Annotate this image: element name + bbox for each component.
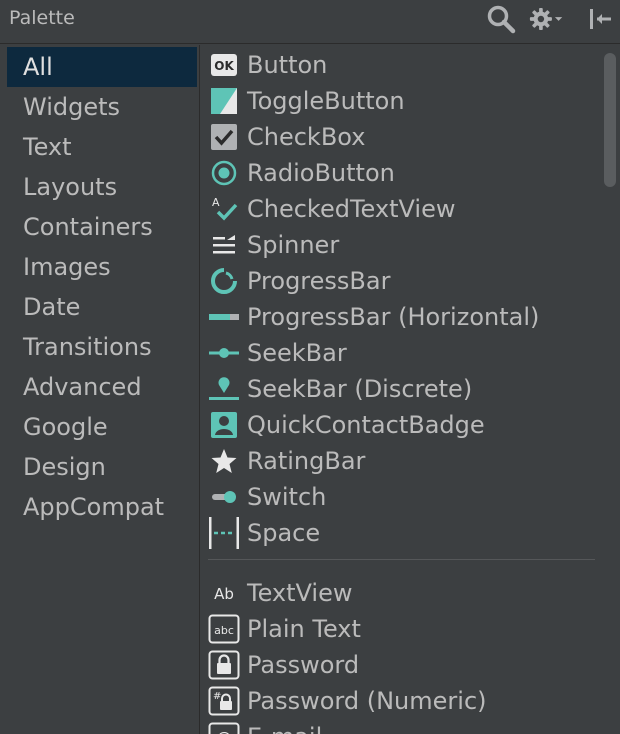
item-label: ToggleButton bbox=[247, 87, 405, 115]
widget-list: OK Button ToggleButton CheckBox RadioBut… bbox=[200, 45, 620, 734]
palette-item-seekbar[interactable]: SeekBar bbox=[200, 335, 600, 371]
text-view-icon: Ab bbox=[200, 575, 247, 611]
plain-text-icon: abc bbox=[200, 611, 247, 647]
palette-item-ratingbar[interactable]: RatingBar bbox=[200, 443, 600, 479]
palette-item-email[interactable]: @ E-mail bbox=[200, 719, 600, 734]
category-google[interactable]: Google bbox=[7, 407, 197, 447]
item-label: ProgressBar bbox=[247, 267, 391, 295]
item-label: RadioButton bbox=[247, 159, 395, 187]
item-label: ProgressBar (Horizontal) bbox=[247, 303, 540, 331]
category-containers[interactable]: Containers bbox=[7, 207, 197, 247]
radio-button-icon bbox=[200, 155, 247, 191]
palette-item-seekbar-discrete[interactable]: SeekBar (Discrete) bbox=[200, 371, 600, 407]
seekbar-icon bbox=[200, 335, 247, 371]
item-label: SeekBar (Discrete) bbox=[247, 375, 473, 403]
item-label: Space bbox=[247, 519, 321, 547]
palette-item-spinner[interactable]: Spinner bbox=[200, 227, 600, 263]
svg-text:abc: abc bbox=[214, 624, 234, 637]
category-transitions[interactable]: Transitions bbox=[7, 327, 197, 367]
palette-item-textview[interactable]: Ab TextView bbox=[200, 575, 600, 611]
checked-text-view-icon: A bbox=[200, 191, 247, 227]
button-ok-icon: OK bbox=[200, 47, 247, 83]
spinner-icon bbox=[200, 227, 247, 263]
item-label: RatingBar bbox=[247, 447, 366, 475]
progress-circle-icon bbox=[200, 263, 247, 299]
item-label: Plain Text bbox=[247, 615, 361, 643]
category-images[interactable]: Images bbox=[7, 247, 197, 287]
palette-item-progressbar-horizontal[interactable]: ProgressBar (Horizontal) bbox=[200, 299, 600, 335]
section-divider bbox=[208, 559, 595, 560]
item-label: E-mail bbox=[247, 723, 322, 734]
palette-item-plain-text[interactable]: abc Plain Text bbox=[200, 611, 600, 647]
category-appcompat[interactable]: AppCompat bbox=[7, 487, 197, 527]
progress-horizontal-icon bbox=[200, 299, 247, 335]
email-at-icon: @ bbox=[200, 719, 247, 734]
password-numeric-icon: # bbox=[200, 683, 247, 719]
palette-item-progressbar[interactable]: ProgressBar bbox=[200, 263, 600, 299]
palette-item-togglebutton[interactable]: ToggleButton bbox=[200, 83, 600, 119]
scrollbar-thumb[interactable] bbox=[604, 53, 616, 187]
item-label: SeekBar bbox=[247, 339, 347, 367]
palette-item-switch[interactable]: Switch bbox=[200, 479, 600, 515]
item-label: Spinner bbox=[247, 231, 340, 259]
palette-item-checkbox[interactable]: CheckBox bbox=[200, 119, 600, 155]
palette-item-space[interactable]: Space bbox=[200, 515, 600, 551]
search-icon[interactable] bbox=[484, 4, 518, 34]
palette-item-radiobutton[interactable]: RadioButton bbox=[200, 155, 600, 191]
svg-text:Ab: Ab bbox=[214, 585, 234, 603]
svg-text:#: # bbox=[213, 691, 221, 702]
category-date[interactable]: Date bbox=[7, 287, 197, 327]
category-layouts[interactable]: Layouts bbox=[7, 167, 197, 207]
palette-item-password[interactable]: Password bbox=[200, 647, 600, 683]
item-label: Password (Numeric) bbox=[247, 687, 487, 715]
collapse-panel-icon[interactable] bbox=[586, 4, 614, 34]
palette-item-checkedtextview[interactable]: A CheckedTextView bbox=[200, 191, 600, 227]
toggle-button-icon bbox=[200, 83, 247, 119]
category-design[interactable]: Design bbox=[7, 447, 197, 487]
svg-text:OK: OK bbox=[214, 59, 234, 73]
item-label: Switch bbox=[247, 483, 327, 511]
item-label: TextView bbox=[247, 579, 353, 607]
star-icon bbox=[200, 443, 247, 479]
item-label: CheckedTextView bbox=[247, 195, 456, 223]
space-icon bbox=[200, 515, 247, 551]
item-label: Password bbox=[247, 651, 360, 679]
chevron-down-icon bbox=[554, 17, 563, 21]
item-label: Button bbox=[247, 51, 328, 79]
svg-text:@: @ bbox=[216, 729, 231, 734]
item-label: QuickContactBadge bbox=[247, 411, 485, 439]
category-widgets[interactable]: Widgets bbox=[7, 87, 197, 127]
gear-icon[interactable] bbox=[529, 4, 563, 34]
category-list: All Widgets Text Layouts Containers Imag… bbox=[0, 45, 200, 734]
item-label: CheckBox bbox=[247, 123, 366, 151]
panel-title: Palette bbox=[9, 7, 75, 29]
checkbox-icon bbox=[200, 119, 247, 155]
palette-item-password-numeric[interactable]: # Password (Numeric) bbox=[200, 683, 600, 719]
category-all[interactable]: All bbox=[7, 47, 197, 87]
category-advanced[interactable]: Advanced bbox=[7, 367, 197, 407]
switch-icon bbox=[200, 479, 247, 515]
palette-item-button[interactable]: OK Button bbox=[200, 47, 600, 83]
contact-badge-icon bbox=[200, 407, 247, 443]
password-lock-icon bbox=[200, 647, 247, 683]
svg-text:A: A bbox=[212, 196, 220, 209]
palette-header: Palette bbox=[0, 0, 620, 44]
category-text[interactable]: Text bbox=[7, 127, 197, 167]
palette-item-quickcontactbadge[interactable]: QuickContactBadge bbox=[200, 407, 600, 443]
seekbar-discrete-icon bbox=[200, 371, 247, 407]
